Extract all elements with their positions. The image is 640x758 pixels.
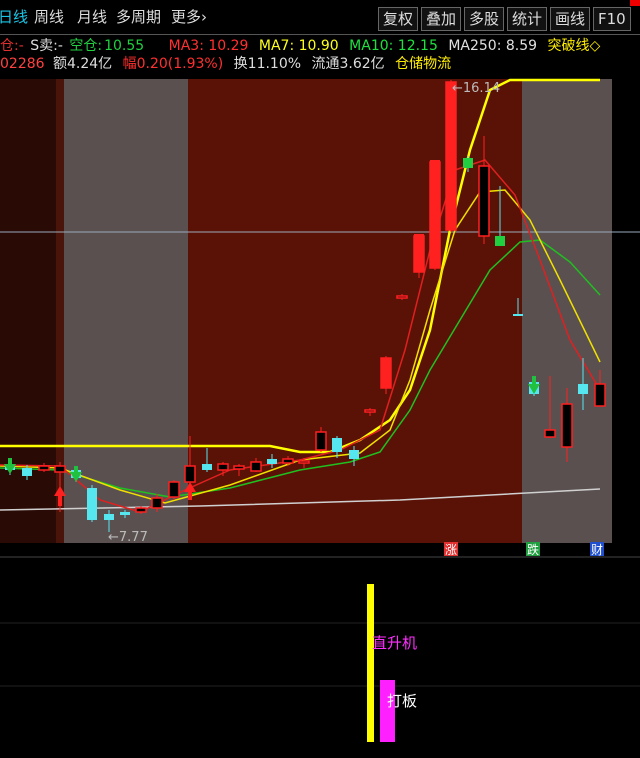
limit-up-signal-label: 打板 [387,692,417,710]
candle-body [250,461,262,472]
green-candle-body [495,236,505,246]
candle-body [104,514,114,520]
candle-body [513,314,523,316]
candle-body [168,481,180,498]
candle-body [396,295,408,299]
limit-up-candle-body [414,234,424,272]
straight-up-signal-label: 直升机 [372,634,417,652]
candle-body [87,488,97,520]
candle-body [151,497,163,509]
candle-body [315,431,327,451]
candle-body [364,409,376,413]
green-candle-body [463,158,473,168]
candle-body [120,512,130,515]
candle-body [349,450,359,459]
low-price-label: ←7.77 [108,530,148,545]
candle-body [561,403,573,448]
candle-body [332,438,342,452]
rise-marker[interactable]: 涨 [445,542,457,557]
candle-body [594,383,606,407]
limit-up-signal-bar [380,680,395,742]
finance-marker[interactable]: 财 [591,543,603,557]
candle-body [202,464,212,470]
kline-chart[interactable]: ←16.14 ←7.77 涨 跌 财 直升机 打板 [0,0,640,758]
candle-body [267,459,277,464]
limit-up-candle-body [446,82,456,230]
candle-body [38,465,50,471]
fall-marker[interactable]: 跌 [527,542,539,557]
chart-background [0,79,640,543]
candlestick [168,480,180,500]
candle-body [578,384,588,394]
candle-body [544,429,556,438]
candle-body [184,465,196,483]
candle-body [54,465,66,473]
candle-body [478,165,490,237]
limit-up-candle-body [381,358,391,388]
candle-body [298,460,310,464]
straight-up-signal-bar [367,584,374,742]
candle-body [233,465,245,470]
high-price-label: ←16.14 [452,81,500,96]
candle-body [135,507,147,513]
event-markers: 涨 跌 财 [444,542,604,557]
candle-body [217,463,229,471]
limit-up-candle-body [430,160,440,268]
candlestick [87,485,97,522]
candle-body [282,458,294,464]
candle-body [22,468,32,476]
